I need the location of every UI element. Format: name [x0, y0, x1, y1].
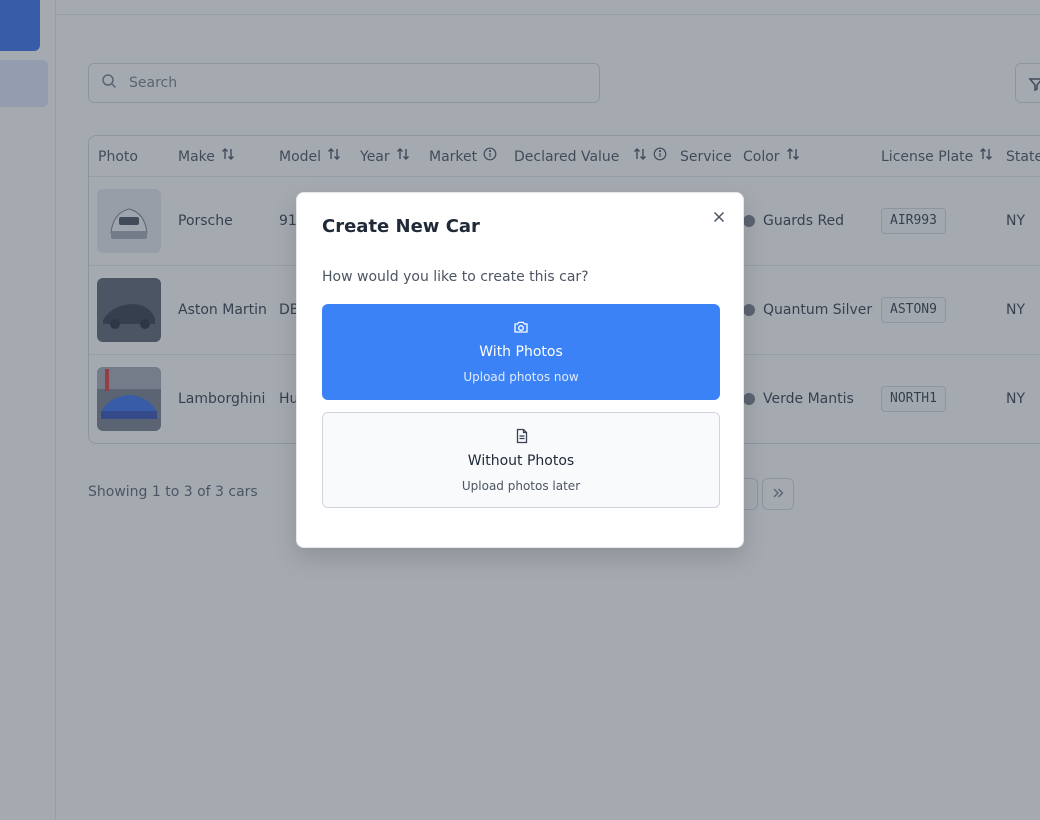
close-button[interactable] [711, 209, 727, 225]
camera-icon [513, 319, 529, 335]
document-icon [514, 428, 530, 444]
dialog-subtitle: How would you like to create this car? [322, 269, 589, 285]
without-photos-button[interactable]: Without Photos Upload photos later [322, 412, 720, 508]
option-label: With Photos [479, 344, 563, 360]
dialog-title: Create New Car [322, 216, 480, 237]
close-icon [711, 210, 727, 229]
option-label: Without Photos [467, 453, 575, 469]
create-car-dialog: Create New Car How would you like to cre… [296, 192, 744, 548]
option-hint: Upload photos now [463, 370, 579, 384]
option-hint: Upload photos later [461, 479, 581, 493]
with-photos-button[interactable]: With Photos Upload photos now [322, 304, 720, 400]
